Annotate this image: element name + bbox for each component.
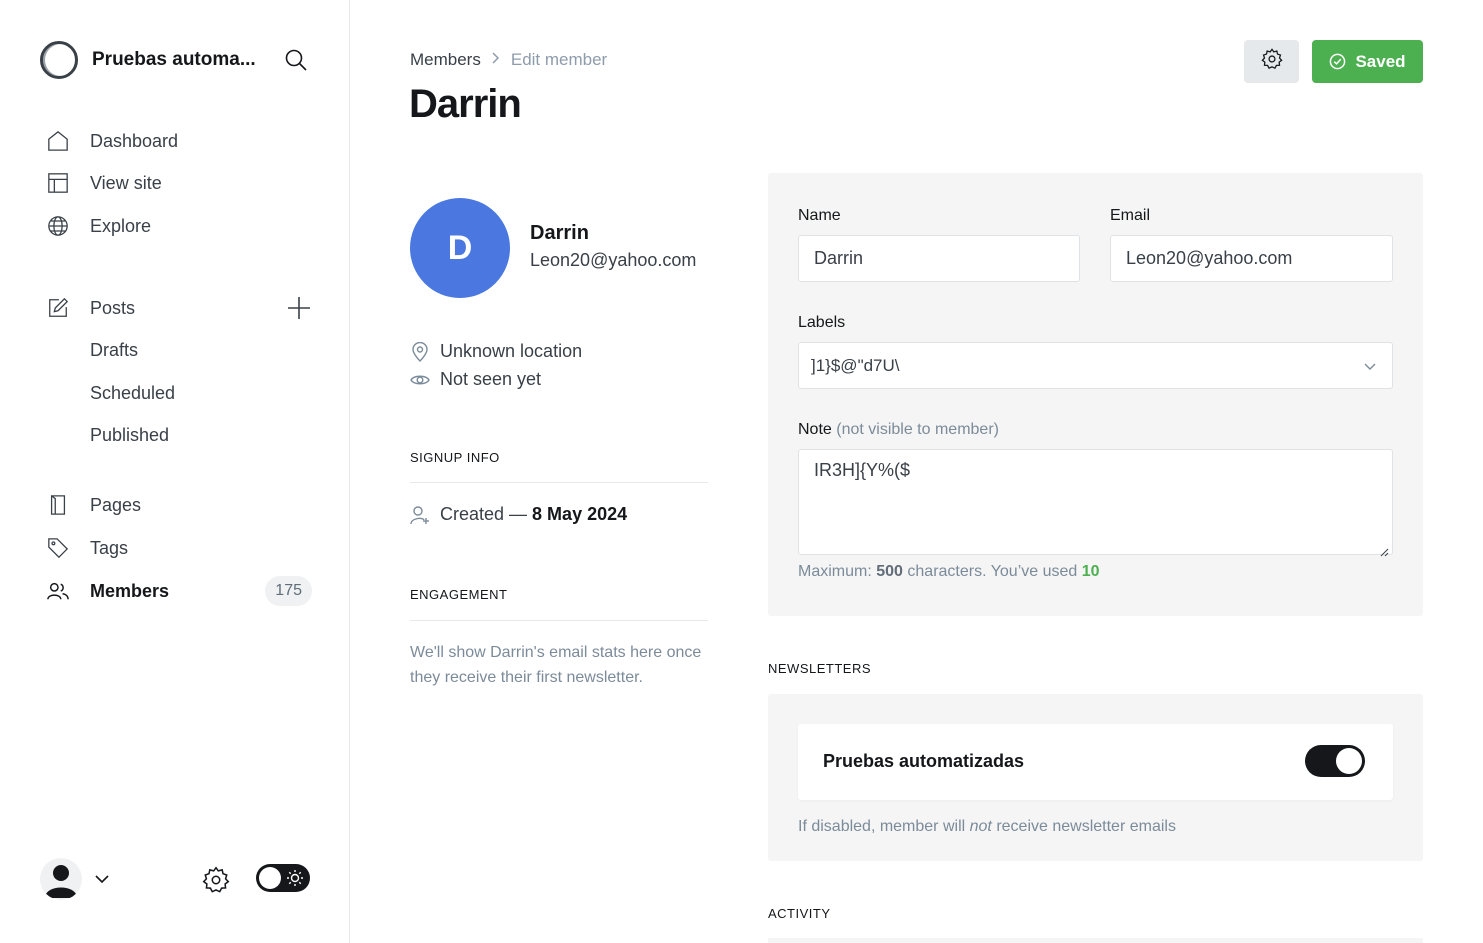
activity-panel (768, 938, 1423, 943)
sidebar-footer (40, 858, 312, 900)
brand[interactable]: Pruebas automa... (40, 40, 307, 80)
chevron-down-icon (1362, 358, 1378, 374)
newsletter-hint-em: not (969, 818, 992, 835)
plus-icon[interactable] (286, 295, 312, 321)
note-textarea[interactable]: IR3H]{Y%($ (798, 449, 1393, 557)
newsletter-hint: If disabled, member will not receive new… (798, 818, 1176, 836)
sidebar-item-drafts[interactable]: Drafts (90, 335, 138, 365)
sidebar-item-label: Dashboard (90, 130, 179, 151)
breadcrumb-current: Edit member (510, 50, 608, 69)
note-label: Note (not visible to member) (798, 421, 999, 439)
member-last-seen-text: Not seen yet (440, 369, 542, 389)
note-text: IR3H]{Y%($ (814, 460, 911, 480)
user-plus-icon (410, 505, 430, 525)
email-label: Email (1110, 207, 1151, 224)
labels-selected-value: ]1}$@"d7U\ (811, 355, 900, 375)
sidebar-item-pages[interactable]: Pages (46, 489, 314, 521)
globe-icon (46, 214, 70, 238)
eye-icon (410, 370, 430, 390)
sidebar-item-label: Members (90, 580, 170, 601)
theme-toggle-knob (259, 867, 281, 889)
sidebar-item-members[interactable]: Members 175 (46, 575, 314, 607)
check-circle-icon (1330, 53, 1346, 70)
signup-created: Created — 8 May 2024 (410, 504, 627, 525)
newsletters-heading: NEWSLETTERS (768, 661, 872, 676)
engagement-heading: ENGAGEMENT (410, 587, 508, 602)
member-last-seen: Not seen yet (410, 369, 541, 390)
sidebar-item-explore[interactable]: Explore (46, 210, 314, 242)
member-avatar: D (410, 198, 510, 298)
resize-handle-icon[interactable] (1379, 541, 1389, 557)
newsletter-name: Pruebas automatizadas (823, 751, 1025, 771)
sidebar-item-label: View site (90, 172, 162, 193)
breadcrumb-members-link[interactable]: Members (410, 50, 481, 70)
sun-icon (286, 869, 304, 887)
sidebar-item-published[interactable]: Published (90, 420, 169, 450)
save-button-label: Saved (1355, 51, 1406, 71)
site-logo (40, 41, 78, 79)
site-name: Pruebas automa... (92, 49, 256, 70)
breadcrumb: Members Edit member (410, 50, 607, 70)
sidebar-item-posts[interactable]: Posts (46, 292, 314, 324)
char-hint-prefix: Maximum: (798, 563, 872, 580)
sidebar-item-scheduled[interactable]: Scheduled (90, 378, 175, 408)
member-name: Darrin (530, 222, 589, 244)
member-settings-button[interactable] (1244, 40, 1299, 83)
users-icon (46, 579, 70, 603)
sidebar-item-tags[interactable]: Tags (46, 532, 314, 564)
home-icon (46, 129, 70, 153)
newsletter-hint-before: If disabled, member will (798, 818, 966, 835)
name-label: Name (798, 207, 841, 224)
tag-icon (46, 536, 70, 560)
note-label-hint: (not visible to member) (836, 421, 999, 438)
char-hint-middle: characters. You’ve used (907, 563, 1078, 580)
search-icon[interactable] (284, 48, 308, 72)
page-title: Darrin (409, 82, 522, 126)
name-field[interactable]: Darrin (798, 235, 1080, 282)
chevron-down-icon[interactable] (92, 869, 112, 889)
divider (410, 482, 708, 483)
sidebar: Pruebas automa... Dashboard View site Ex… (0, 0, 350, 943)
sidebar-item-dashboard[interactable]: Dashboard (46, 125, 314, 157)
save-button[interactable]: Saved (1312, 40, 1423, 83)
newsletter-subscription-toggle[interactable] (1305, 745, 1365, 777)
signup-created-date: 8 May 2024 (532, 504, 628, 524)
sidebar-item-label: Tags (90, 537, 129, 558)
sidebar-item-label: Posts (90, 297, 136, 318)
newsletter-item: Pruebas automatizadas (798, 724, 1393, 800)
member-location: Unknown location (410, 341, 582, 362)
book-icon (46, 493, 70, 517)
chevron-right-icon (491, 51, 501, 70)
member-email: Leon20@yahoo.com (530, 250, 697, 270)
member-location-text: Unknown location (440, 341, 583, 361)
avatar[interactable] (40, 858, 82, 900)
signup-created-label: Created — (440, 504, 528, 524)
engagement-text: We'll show Darrin's email stats here onc… (410, 644, 702, 686)
sidebar-item-label: Explore (90, 215, 152, 236)
theme-toggle[interactable] (256, 864, 310, 892)
location-pin-icon (410, 341, 430, 362)
char-hint-used: 10 (1081, 563, 1100, 580)
divider (410, 620, 708, 621)
gear-icon[interactable] (202, 866, 230, 894)
gear-icon (1260, 48, 1283, 75)
edit-icon (46, 296, 70, 320)
toggle-knob (1336, 748, 1362, 774)
note-char-hint: Maximum: 500 characters. You’ve used 10 (798, 563, 1100, 581)
note-label-text: Note (798, 421, 832, 438)
labels-select[interactable]: ]1}$@"d7U\ (798, 342, 1393, 389)
members-count-badge: 175 (265, 576, 312, 606)
layout-icon (46, 171, 70, 195)
email-field[interactable]: Leon20@yahoo.com (1110, 235, 1393, 282)
sidebar-item-view-site[interactable]: View site (46, 167, 314, 199)
signup-info-heading: SIGNUP INFO (410, 450, 500, 465)
newsletter-hint-after: receive newsletter emails (996, 818, 1176, 835)
sidebar-item-label: Pages (90, 494, 142, 515)
activity-heading: ACTIVITY (768, 906, 831, 921)
labels-label: Labels (798, 314, 846, 331)
char-hint-max: 500 (876, 563, 903, 580)
